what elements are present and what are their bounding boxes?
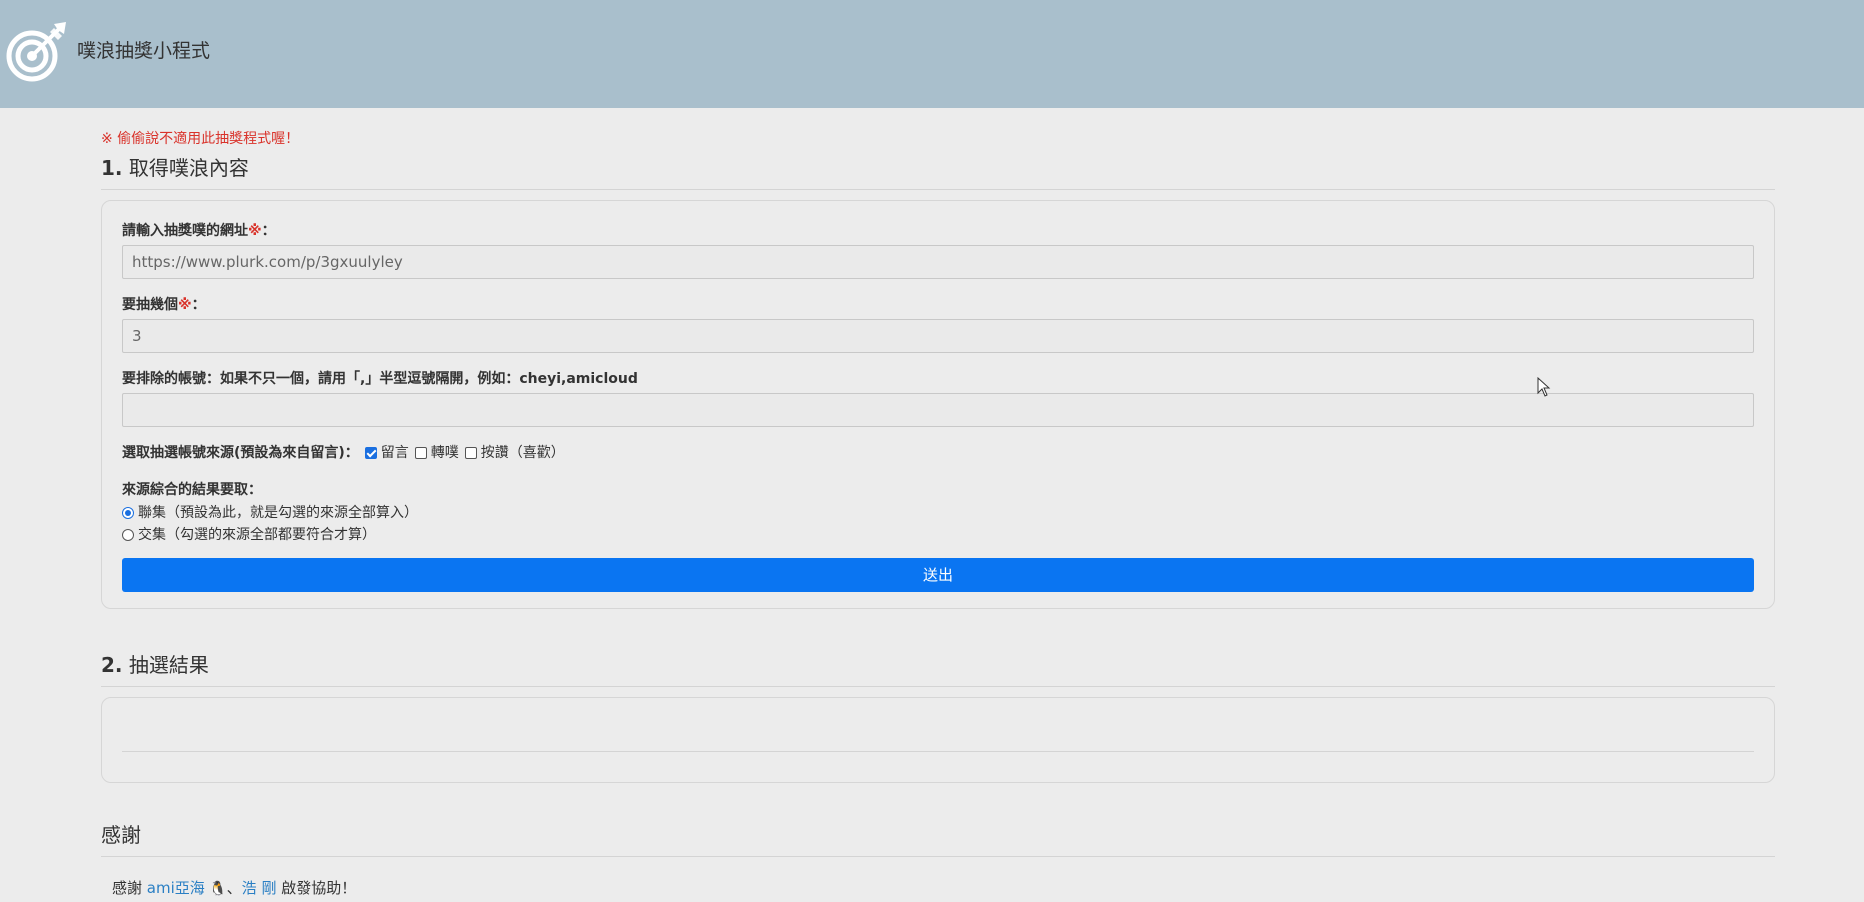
warning-text: ※ 偷偷說不適用此抽獎程式喔！ [101, 131, 300, 147]
combine-option-union[interactable]: 聯集（預設為此，就是勾選的來源全部算入） [122, 502, 1754, 524]
submit-button[interactable]: 送出 [122, 558, 1754, 592]
source-replurk-label[interactable]: 轉噗 [431, 443, 459, 463]
thanks-text: 感謝 ami亞海 🐧、浩 剛 啟發協助！ [101, 877, 1775, 898]
thanks-separator: 、 [226, 879, 242, 897]
section-heading-results: 2. 抽選結果 [101, 649, 1775, 687]
exclude-input[interactable] [122, 393, 1754, 427]
app-header: 噗浪抽獎小程式 [0, 0, 1864, 108]
exclude-label: 要排除的帳號：如果不只一個，請用「,」半型逗號隔開，例如：cheyi,amicl… [122, 369, 1754, 389]
url-input[interactable]: https://www.plurk.com/p/3gxuulyley [122, 245, 1754, 279]
section-title: 抽選結果 [128, 653, 209, 677]
section-title: 取得噗浪內容 [128, 156, 249, 180]
source-comments-label[interactable]: 留言 [381, 443, 409, 463]
label-colon: ： [261, 223, 276, 239]
penguin-icon: 🐧 [204, 881, 227, 897]
source-comments-checkbox[interactable] [364, 447, 377, 459]
person-link-haogang[interactable]: 浩 剛 [242, 879, 277, 897]
source-label: 選取抽選帳號來源(預設為來自留言)： [122, 445, 359, 461]
count-label-text: 要抽幾個 [122, 297, 178, 313]
person-link-ami[interactable]: ami亞海 [147, 879, 205, 897]
section-heading-fetch: 1. 取得噗浪內容 [101, 152, 1775, 190]
section-number: 2. [101, 653, 123, 677]
union-label[interactable]: 聯集（預設為此，就是勾選的來源全部算入） [138, 502, 418, 524]
app-title: 噗浪抽獎小程式 [77, 40, 211, 62]
exclude-label-text: 要排除的帳號：如果不只一個，請用「,」半型逗號隔開，例如： [122, 371, 520, 387]
label-colon: ： [191, 297, 206, 313]
combine-label: 來源綜合的結果要取： [122, 482, 262, 498]
required-mark: ※ [178, 297, 192, 313]
url-label: 請輸入抽獎噗的網址※： [122, 221, 1754, 241]
required-mark: ※ [248, 223, 262, 239]
thanks-suffix: 啟發協助！ [276, 879, 357, 897]
target-logo-icon [6, 22, 66, 82]
results-divider [122, 751, 1754, 752]
union-radio[interactable] [122, 507, 134, 519]
source-replurk-checkbox[interactable] [414, 447, 427, 459]
source-selector: 選取抽選帳號來源(預設為來自留言)： 留言 轉噗 按讚（喜歡） [122, 443, 1754, 463]
count-label: 要抽幾個※： [122, 295, 1754, 315]
section-number: 1. [101, 156, 123, 180]
combine-option-intersection[interactable]: 交集（勾選的來源全部都要符合才算） [122, 524, 1754, 546]
source-likes-label[interactable]: 按讚（喜歡） [481, 443, 565, 463]
count-input[interactable]: 3 [122, 319, 1754, 353]
thanks-heading: 感謝 [101, 819, 1775, 857]
main-content: ※ 偷偷說不適用此抽獎程式喔！ 1. 取得噗浪內容 請輸入抽獎噗的網址※： ht… [101, 108, 1775, 898]
url-label-text: 請輸入抽獎噗的網址 [122, 223, 248, 239]
source-likes-checkbox[interactable] [464, 447, 477, 459]
mouse-cursor-icon [1537, 377, 1551, 397]
exclude-example: cheyi,amicloud [519, 371, 638, 387]
intersection-label[interactable]: 交集（勾選的來源全部都要符合才算） [138, 524, 376, 546]
intersection-radio[interactable] [122, 529, 134, 541]
results-card [101, 697, 1775, 783]
fetch-form-card: 請輸入抽獎噗的網址※： https://www.plurk.com/p/3gxu… [101, 200, 1775, 609]
thanks-prefix: 感謝 [112, 879, 147, 897]
